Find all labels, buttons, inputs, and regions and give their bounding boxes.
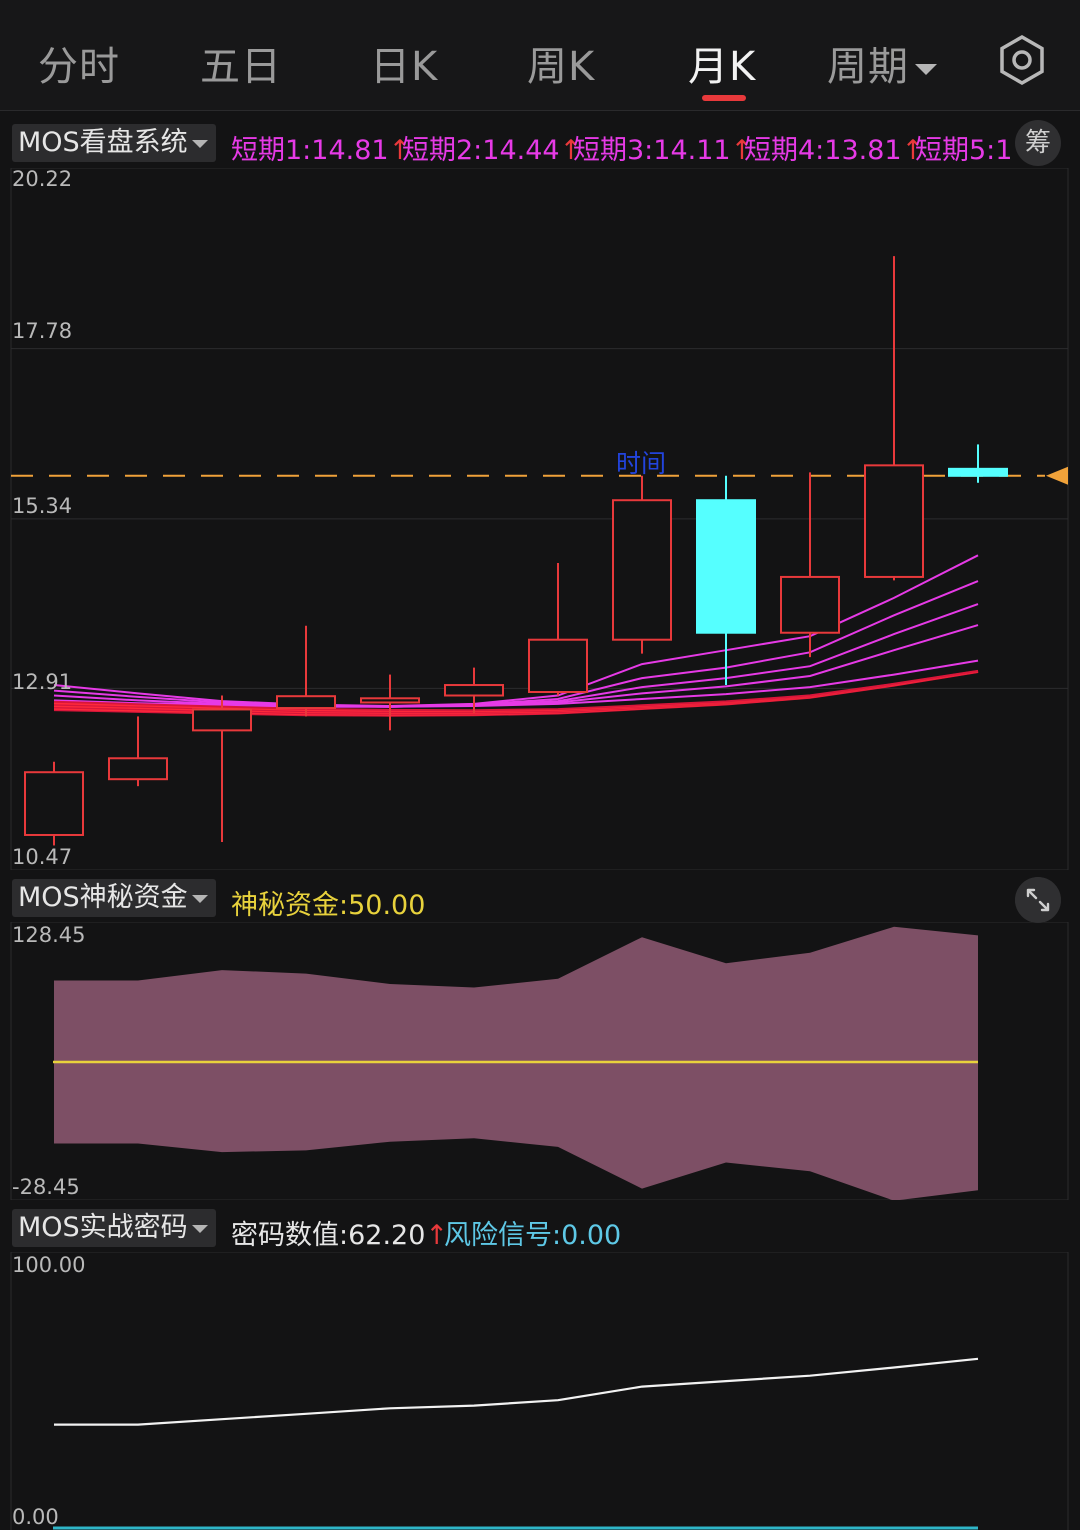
y-axis-label-min: 10.47: [12, 845, 73, 869]
fund-y-min: -28.45: [12, 1175, 80, 1199]
candle-body: [780, 575, 840, 634]
y-axis-label-max: 20.22: [12, 167, 73, 191]
fund-indicator-select-label: MOS神秘资金: [18, 882, 188, 913]
candle-body: [192, 708, 252, 732]
candle[interactable]: [528, 562, 588, 696]
chevron-down-icon: [191, 894, 208, 903]
candle-body: [24, 771, 84, 836]
candle[interactable]: [948, 444, 1008, 483]
fund-area-band: [54, 926, 978, 1200]
chevron-down-icon: [191, 139, 208, 148]
code-indicator-select[interactable]: MOS实战密码: [12, 1209, 216, 1247]
fund-y-max: 128.45: [12, 923, 86, 947]
candle[interactable]: [780, 472, 840, 658]
period-tab-bar: 分时 五日 日K 周K 月K 周期: [0, 0, 1080, 111]
code-y-max: 100.00: [12, 1253, 86, 1277]
fund-indicator-select[interactable]: MOS神秘资金: [12, 879, 216, 917]
risk-signal-label: 风险信号:0.00: [444, 1220, 622, 1251]
active-tab-indicator: [702, 95, 746, 101]
tab-five-day[interactable]: 五日: [200, 34, 282, 92]
tab-weekly-k[interactable]: 周K: [527, 34, 595, 92]
candle-body: [276, 695, 336, 710]
chip-distribution-button[interactable]: 筹: [1015, 120, 1061, 166]
candle[interactable]: [612, 475, 672, 654]
ma-legend-1: 短期1:14.81↑: [231, 128, 411, 167]
ma-legend-1-label: 短期1:14.81: [231, 135, 389, 166]
main-indicator-select[interactable]: MOS看盘系统: [12, 124, 216, 162]
candle-body: [528, 638, 588, 694]
ma-legend-3-label: 短期3:14.11: [573, 135, 731, 166]
y-axis-label-2: 17.78: [12, 319, 73, 343]
candle-body: [612, 499, 672, 641]
tab-period-dropdown[interactable]: 周期: [827, 34, 937, 92]
tab-daily-k[interactable]: 日K: [370, 34, 438, 92]
expand-icon[interactable]: [1015, 877, 1061, 923]
fund-panel-header: MOS神秘资金 神秘资金:50.00: [0, 877, 1080, 923]
candlestick-chart[interactable]: 时间: [0, 168, 1080, 870]
chevron-down-icon: [191, 1224, 208, 1233]
chevron-down-icon: [915, 63, 937, 75]
code-panel-header: MOS实战密码 密码数值:62.20↑ 风险信号:0.00: [0, 1207, 1080, 1251]
fund-value-label: 神秘资金:50.00: [231, 890, 426, 921]
code-line-chart[interactable]: [0, 1252, 1080, 1530]
candle-body: [108, 757, 168, 781]
main-indicator-select-label: MOS看盘系统: [18, 127, 188, 158]
code-value-line: [54, 1357, 979, 1426]
gear-icon[interactable]: [996, 34, 1048, 86]
candle[interactable]: [24, 761, 84, 846]
candle[interactable]: [360, 674, 420, 731]
tab-intraday[interactable]: 分时: [38, 34, 120, 92]
candle[interactable]: [276, 625, 336, 717]
candle-body: [360, 697, 420, 704]
tab-period-label: 周期: [827, 44, 909, 90]
candle-body: [864, 464, 924, 578]
ma-legend-2-label: 短期2:14.44: [402, 135, 560, 166]
fund-area-chart[interactable]: [0, 922, 1080, 1200]
code-value-legend: 密码数值:62.20↑: [231, 1213, 448, 1252]
candle-body: [696, 499, 756, 634]
ma-legend-5: 短期5:1: [915, 128, 1012, 167]
ma-legend-4-label: 短期4:13.81: [744, 135, 902, 166]
ma-legend-5-label: 短期5:1: [915, 135, 1013, 166]
y-axis-label-3: 15.34: [12, 494, 73, 518]
code-y-min: 0.00: [12, 1505, 59, 1529]
tab-monthly-k[interactable]: 月K: [688, 34, 756, 92]
candle[interactable]: [192, 695, 252, 842]
y-axis-label-4: 12.91: [12, 670, 73, 694]
candle-body: [948, 467, 1008, 477]
code-value-label: 密码数值:62.20: [231, 1220, 426, 1251]
candle[interactable]: [108, 716, 168, 787]
code-indicator-select-label: MOS实战密码: [18, 1212, 188, 1243]
ma-legend-4: 短期4:13.81↑: [744, 128, 924, 167]
main-panel-header: MOS看盘系统 短期1:14.81↑ 短期2:14.44↑ 短期3:14.11↑…: [0, 120, 1080, 167]
candle-body: [444, 684, 504, 697]
ma-legend-3: 短期3:14.11↑: [573, 128, 753, 167]
time-marker-label: 时间: [616, 450, 666, 478]
ma-legend-2: 短期2:14.44↑: [402, 128, 582, 167]
candle[interactable]: [864, 256, 924, 581]
price-pointer-icon: [1046, 466, 1068, 485]
